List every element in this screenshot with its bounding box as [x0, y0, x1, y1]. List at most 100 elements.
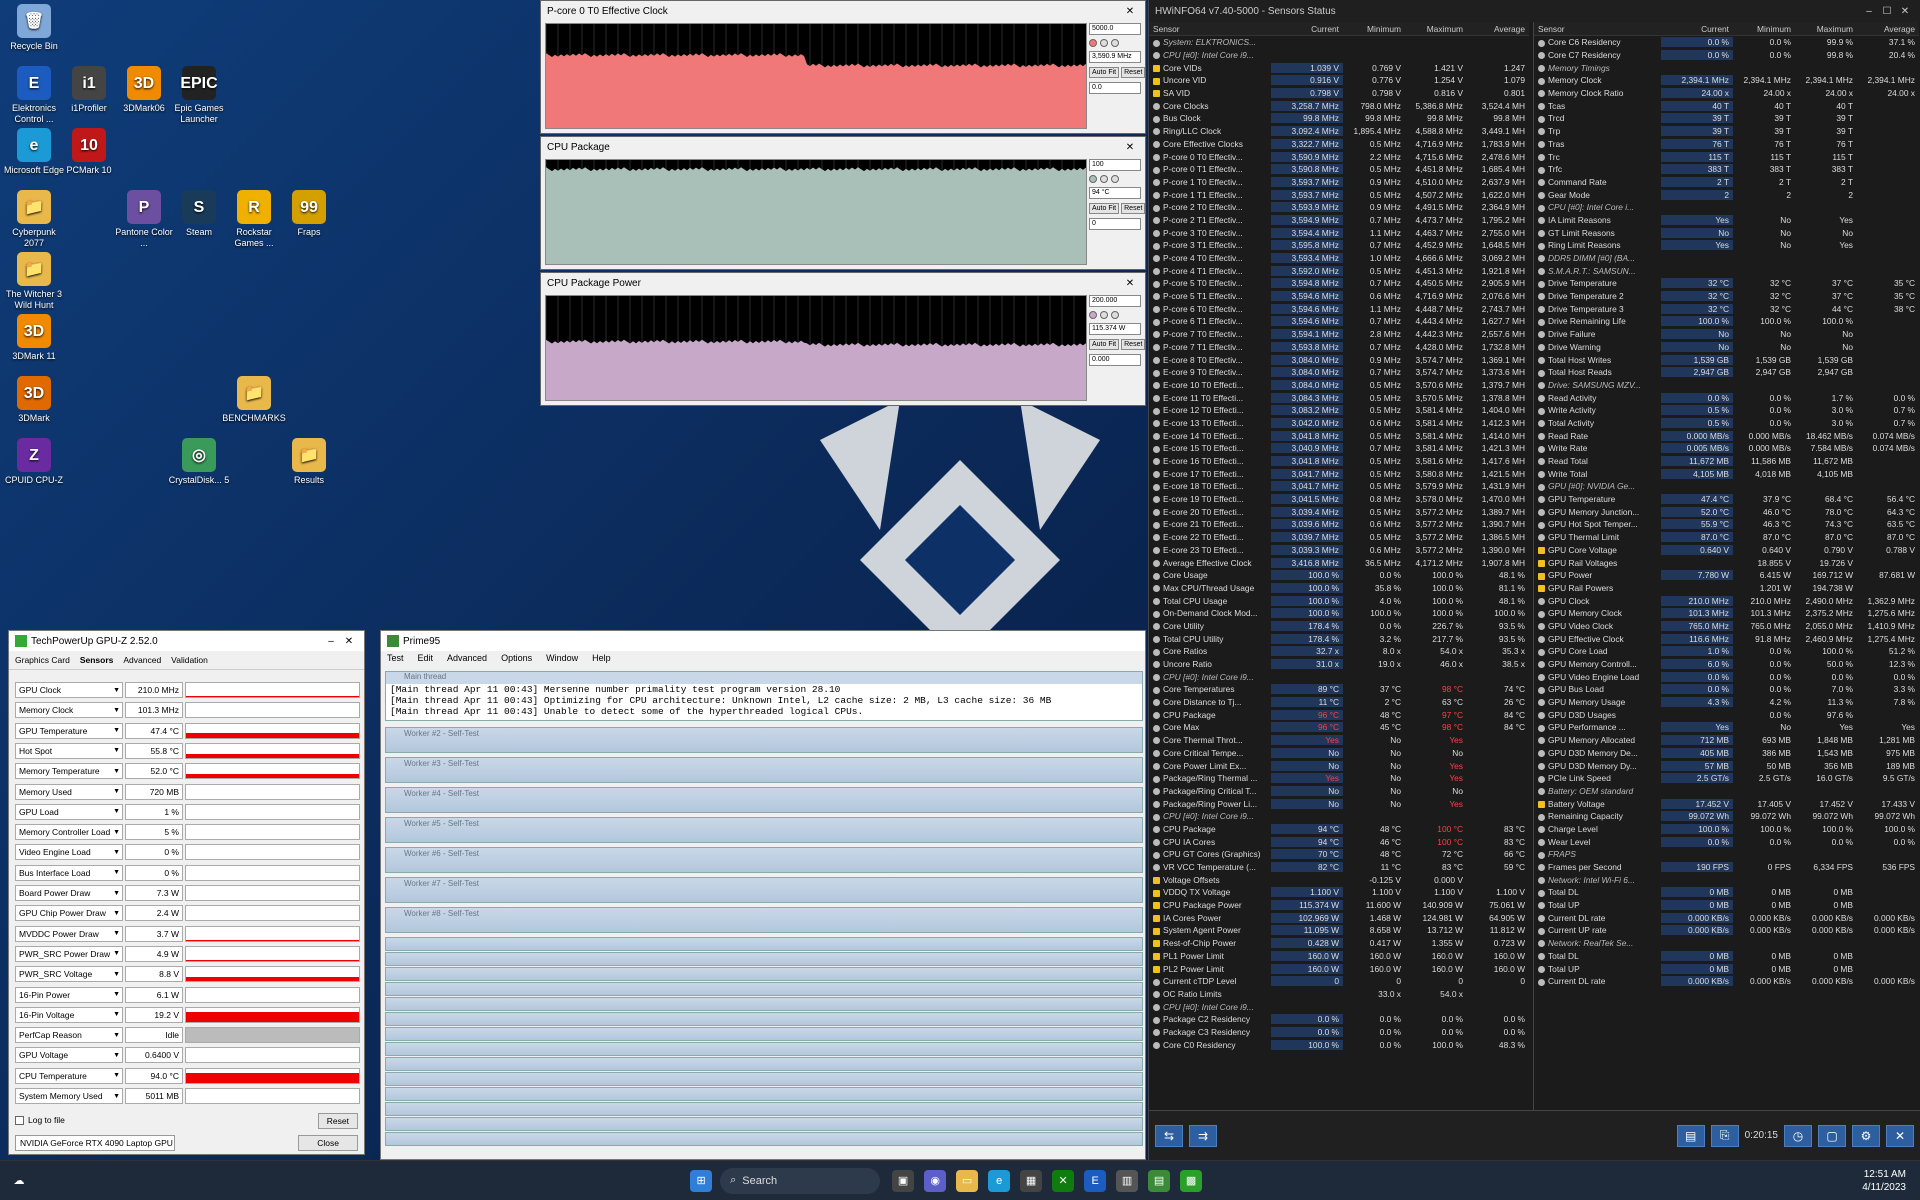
sensor-row[interactable]: Drive Warning No No No [1534, 341, 1919, 354]
sensor-row[interactable]: Core C0 Residency 100.0 % 0.0 % 100.0 % 48.3… [1149, 1038, 1529, 1051]
sensor-row[interactable]: System Agent Power 11.095 W 8.658 W 13.712 … [1149, 924, 1529, 937]
sensor-row[interactable]: Voltage Offsets -0.125 V 0.000 V [1149, 873, 1529, 886]
sensor-row[interactable]: GPU D3D Memory Dy... 57 MB 50 MB 356 MB 189 … [1534, 759, 1919, 772]
worker-window[interactable]: Worker #3 - Self-Test [385, 757, 1143, 783]
sensor-pane-right[interactable]: Sensor Current Minimum Maximum Average Core C… [1533, 22, 1919, 1110]
sensor-row[interactable]: PL1 Power Limit 160.0 W 160.0 W 160.0 W 160.… [1149, 950, 1529, 963]
gpuz-window[interactable]: TechPowerUp GPU-Z 2.52.0 – ✕ Graphics Ca… [8, 630, 365, 1155]
prime95-task-icon[interactable]: ▤ [1148, 1169, 1171, 1192]
sensor-row[interactable]: Total UP 0 MB 0 MB 0 MB [1534, 899, 1919, 912]
sensor-dropdown[interactable]: GPU Load ▼ [15, 803, 123, 820]
sensor-row[interactable]: GPU Hot Spot Temper... 55.9 °C 46.3 °C 74.3… [1534, 518, 1919, 531]
close-icon[interactable]: ✕ [1896, 6, 1914, 17]
edge-icon[interactable]: e [988, 1169, 1011, 1192]
sensor-group[interactable]: Drive: SAMSUNG MZV... [1534, 379, 1919, 392]
sensor-row[interactable]: Core C7 Residency 0.0 % 0.0 % 99.8 % 20.4 % [1534, 49, 1919, 62]
column-header[interactable]: Average [1467, 24, 1529, 34]
sensor-row[interactable]: Core Ratios 32.7 x 8.0 x 54.0 x 35.3 x [1149, 645, 1529, 658]
weather-icon[interactable]: ☁ [8, 1170, 30, 1192]
gpuz-tab[interactable]: Validation [171, 655, 208, 665]
sensor-group[interactable]: FRAPS [1534, 848, 1919, 861]
sensor-row[interactable]: Package C3 Residency 0.0 % 0.0 % 0.0 % 0.0 % [1149, 1026, 1529, 1039]
report-icon[interactable]: ▤ [1676, 1124, 1705, 1147]
sensor-row[interactable]: Bus Clock 99.8 MHz 99.8 MHz 99.8 MHz 99.8 MH [1149, 112, 1529, 125]
settings-icon[interactable]: ⚙ [1852, 1124, 1880, 1147]
log-icon[interactable]: ▢ [1818, 1124, 1846, 1147]
start-icon[interactable]: ⊞ [690, 1169, 713, 1192]
desktop-icon[interactable]: 📁 BENCHMARKS [222, 376, 286, 424]
desktop-icon[interactable]: Z CPUID CPU-Z [2, 438, 66, 486]
sensor-row[interactable]: GPU Rail Powers 1.201 W 194.738 W [1534, 582, 1919, 595]
sensor-row[interactable]: GPU Thermal Limit 87.0 °C 87.0 °C 87.0 °C 87… [1534, 531, 1919, 544]
sensor-dropdown[interactable]: Memory Used ▼ [15, 783, 123, 800]
exit-icon[interactable]: ✕ [1886, 1124, 1914, 1147]
sensor-group[interactable]: CPU [#0]: Intel Core i9... [1149, 670, 1529, 683]
sensor-dropdown[interactable]: Video Engine Load ▼ [15, 844, 123, 861]
sensor-row[interactable]: P-core 5 T0 Effectiv... 3,594.8 MHz 0.7 MH… [1149, 277, 1529, 290]
radio-option[interactable] [1100, 39, 1108, 47]
sensor-row[interactable]: Core Thermal Throt... Yes No Yes [1149, 734, 1529, 747]
sensor-row[interactable]: P-core 6 T0 Effectiv... 3,594.6 MHz 1.1 MH… [1149, 302, 1529, 315]
sensor-dropdown[interactable]: 16-Pin Power ▼ [15, 986, 123, 1003]
sensor-row[interactable]: E-core 21 T0 Effecti... 3,039.6 MHz 0.6 MH… [1149, 518, 1529, 531]
sensor-row[interactable]: Read Total 11,672 MB 11,586 MB 11,672 MB [1534, 455, 1919, 468]
sensor-row[interactable]: Write Rate 0.005 MB/s 0.000 MB/s 7.584 MB/s… [1534, 442, 1919, 455]
column-header[interactable]: Minimum [1343, 24, 1405, 34]
sensor-dropdown[interactable]: CPU Temperature ▼ [15, 1067, 123, 1084]
desktop-icon[interactable]: 10 PCMark 10 [57, 128, 121, 176]
sensor-row[interactable]: GPU Temperature 47.4 °C 37.9 °C 68.4 °C 56.4… [1534, 493, 1919, 506]
sensor-row[interactable]: Current cTDP Level 0 0 0 0 [1149, 975, 1529, 988]
sensor-group[interactable]: CPU [#0]: Intel Core i... [1534, 201, 1919, 214]
close-icon[interactable]: ✕ [340, 636, 358, 647]
sensor-row[interactable]: Tcas 40 T 40 T 40 T [1534, 99, 1919, 112]
sensor-row[interactable]: CPU IA Cores 94 °C 46 °C 100 °C 83 °C [1149, 835, 1529, 848]
sensor-row[interactable]: Command Rate 2 T 2 T 2 T [1534, 176, 1919, 189]
auto-fit-button[interactable]: Auto Fit [1089, 67, 1120, 78]
task-view-icon[interactable]: ▣ [892, 1169, 915, 1192]
graph-window[interactable]: CPU Package ✕ 100 94 °C Auto Fit Reset 0 [540, 136, 1146, 270]
sensor-row[interactable]: GPU D3D Usages 0.0 % 97.6 % [1534, 708, 1919, 721]
sensor-row[interactable]: GPU Rail Voltages 18.855 V 19.726 V [1534, 556, 1919, 569]
close-icon[interactable]: ✕ [1121, 6, 1139, 17]
main-thread-window[interactable]: Main thread [Main thread Apr 11 00:43] M… [385, 671, 1143, 721]
column-header[interactable]: Sensor [1149, 24, 1271, 34]
sensor-group[interactable]: S.M.A.R.T.: SAMSUN... [1534, 264, 1919, 277]
sensor-group[interactable]: CPU [#0]: Intel Core i9... [1149, 49, 1529, 62]
sensor-row[interactable]: Core C6 Residency 0.0 % 0.0 % 99.9 % 37.1 % [1534, 36, 1919, 49]
sensor-row[interactable]: Write Activity 0.5 % 0.0 % 3.0 % 0.7 % [1534, 404, 1919, 417]
sensor-row[interactable]: P-core 3 T1 Effectiv... 3,595.8 MHz 0.7 MH… [1149, 239, 1529, 252]
maximize-icon[interactable]: ☐ [1878, 6, 1896, 17]
reset-button[interactable]: Reset [317, 1113, 358, 1129]
sensor-row[interactable]: Memory Clock 2,394.1 MHz 2,394.1 MHz 2,394.… [1534, 74, 1919, 87]
sensor-row[interactable]: E-core 10 T0 Effecti... 3,084.0 MHz 0.5 MH… [1149, 379, 1529, 392]
column-header[interactable]: Minimum [1733, 24, 1795, 34]
sensor-dropdown[interactable]: GPU Temperature ▼ [15, 722, 123, 739]
worker-window[interactable]: Worker #6 - Self-Test [385, 847, 1143, 873]
sensor-group[interactable]: CPU [#0]: Intel Core i9... [1149, 810, 1529, 823]
sensor-row[interactable]: Total Host Writes 1,539 GB 1,539 GB 1,539 G… [1534, 353, 1919, 366]
sensor-row[interactable]: Core Effective Clocks 3,322.7 MHz 0.5 MHz 4… [1149, 138, 1529, 151]
sensor-row[interactable]: Total DL 0 MB 0 MB 0 MB [1534, 886, 1919, 899]
sensor-group[interactable]: GPU [#0]: NVIDIA Ge... [1534, 480, 1919, 493]
menu-item[interactable]: Advanced [447, 653, 487, 665]
sensor-dropdown[interactable]: Hot Spot ▼ [15, 742, 123, 759]
nav-right-icon[interactable]: ⇉ [1189, 1124, 1217, 1147]
sensor-row[interactable]: On-Demand Clock Mod... 100.0 % 100.0 % 100.… [1149, 607, 1529, 620]
sensor-row[interactable]: E-core 15 T0 Effecti... 3,040.9 MHz 0.7 MH… [1149, 442, 1529, 455]
sensor-row[interactable]: Memory Clock Ratio 24.00 x 24.00 x 24.00 x 2… [1534, 87, 1919, 100]
prime95-window[interactable]: Prime95 Test Edit Advanced Options Window Hel… [380, 630, 1146, 1160]
sensor-dropdown[interactable]: PerfCap Reason ▼ [15, 1027, 123, 1044]
log-checkbox[interactable] [15, 1115, 24, 1125]
sensor-row[interactable]: Total CPU Utility 178.4 % 3.2 % 217.7 % 93.5… [1149, 632, 1529, 645]
sensor-row[interactable]: Current UP rate 0.000 KB/s 0.000 KB/s 0.000… [1534, 924, 1919, 937]
sensor-row[interactable]: Max CPU/Thread Usage 100.0 % 35.8 % 100.0 %… [1149, 582, 1529, 595]
sensor-row[interactable]: GPU Core Voltage 0.640 V 0.640 V 0.790 V 0.7… [1534, 544, 1919, 557]
sensor-row[interactable]: Package/Ring Power Li... No No Yes [1149, 797, 1529, 810]
sensor-row[interactable]: CPU GT Cores (Graphics) 70 °C 48 °C 72 °C 66… [1149, 848, 1529, 861]
radio-option[interactable] [1111, 39, 1119, 47]
reset-button[interactable]: Reset [1121, 339, 1146, 350]
sensor-row[interactable]: E-core 12 T0 Effecti... 3,083.2 MHz 0.5 MH… [1149, 404, 1529, 417]
desktop-icon[interactable]: ◎ CrystalDisk... 5 [167, 438, 231, 486]
desktop-icon[interactable]: 99 Fraps [277, 190, 341, 238]
hwinfo-titlebar[interactable]: HWiNFO64 v7.40-5000 - Sensors Status – ☐… [1149, 0, 1920, 22]
